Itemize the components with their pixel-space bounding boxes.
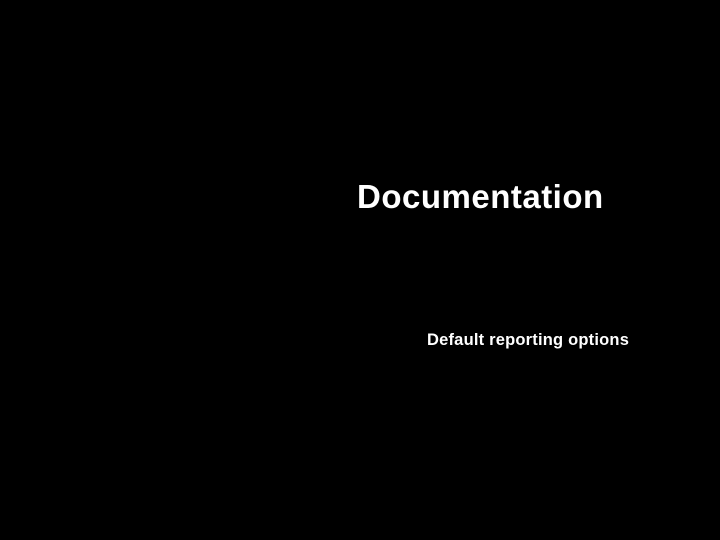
slide: Documentation Default reporting options (0, 0, 720, 540)
slide-title: Documentation (357, 178, 604, 216)
slide-subtitle: Default reporting options (427, 331, 629, 350)
